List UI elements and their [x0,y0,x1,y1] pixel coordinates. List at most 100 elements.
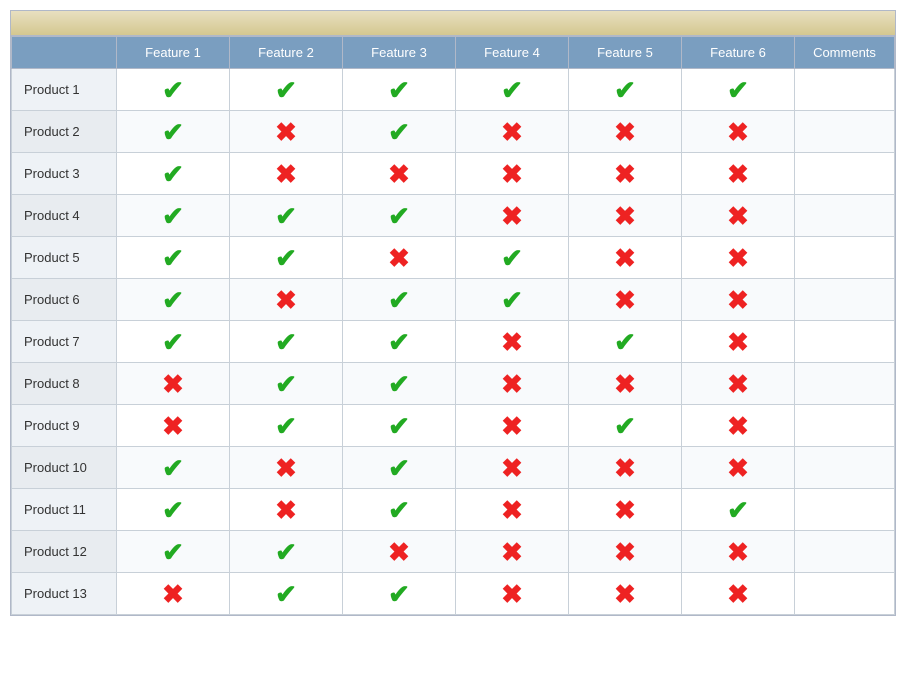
header-product [12,37,117,69]
cell-row4-col6 [682,195,795,237]
cell-row4-col2 [230,195,343,237]
comments-cell [795,111,895,153]
check-icon [275,413,297,439]
cell-row1-col6 [682,69,795,111]
cross-icon [501,329,523,355]
cell-row2-col6 [682,111,795,153]
chart-title [11,11,895,36]
cross-icon [388,245,410,271]
cell-row6-col4 [456,279,569,321]
cross-icon [727,203,749,229]
cell-row9-col1 [117,405,230,447]
check-icon [162,539,184,565]
cross-icon [614,497,636,523]
cell-row2-col3 [343,111,456,153]
check-icon [388,497,410,523]
cell-row4-col3 [343,195,456,237]
cell-row10-col5 [569,447,682,489]
cell-row6-col2 [230,279,343,321]
header-feature4: Feature 4 [456,37,569,69]
cross-icon [614,539,636,565]
product-label: Product 8 [12,363,117,405]
cell-row3-col2 [230,153,343,195]
check-icon [388,287,410,313]
product-label: Product 6 [12,279,117,321]
cross-icon [501,161,523,187]
cell-row13-col5 [569,573,682,615]
cell-row7-col3 [343,321,456,363]
cell-row11-col6 [682,489,795,531]
cell-row1-col3 [343,69,456,111]
table-row: Product 6 [12,279,895,321]
table-row: Product 11 [12,489,895,531]
header-feature5: Feature 5 [569,37,682,69]
header-feature3: Feature 3 [343,37,456,69]
cell-row2-col2 [230,111,343,153]
check-icon [275,581,297,607]
header-feature2: Feature 2 [230,37,343,69]
check-icon [275,77,297,103]
cell-row12-col4 [456,531,569,573]
cell-row5-col2 [230,237,343,279]
cell-row3-col1 [117,153,230,195]
check-icon [388,371,410,397]
comments-cell [795,69,895,111]
cell-row5-col6 [682,237,795,279]
cross-icon [727,119,749,145]
cross-icon [727,455,749,481]
cell-row12-col2 [230,531,343,573]
cell-row11-col5 [569,489,682,531]
cell-row11-col2 [230,489,343,531]
cell-row10-col2 [230,447,343,489]
cross-icon [162,371,184,397]
cross-icon [275,119,297,145]
cell-row3-col3 [343,153,456,195]
cell-row1-col1 [117,69,230,111]
comments-cell [795,195,895,237]
cell-row7-col4 [456,321,569,363]
product-label: Product 7 [12,321,117,363]
cross-icon [162,413,184,439]
table-row: Product 9 [12,405,895,447]
cell-row8-col2 [230,363,343,405]
cell-row11-col3 [343,489,456,531]
check-icon [388,119,410,145]
check-icon [162,497,184,523]
check-icon [614,413,636,439]
cell-row12-col3 [343,531,456,573]
table-row: Product 12 [12,531,895,573]
comments-cell [795,237,895,279]
cell-row9-col6 [682,405,795,447]
check-icon [614,329,636,355]
comparison-table: Feature 1 Feature 2 Feature 3 Feature 4 … [11,36,895,615]
check-icon [388,413,410,439]
comments-cell [795,573,895,615]
cross-icon [727,161,749,187]
check-icon [501,287,523,313]
cell-row7-col6 [682,321,795,363]
cross-icon [727,539,749,565]
product-label: Product 3 [12,153,117,195]
cross-icon [614,455,636,481]
cell-row8-col4 [456,363,569,405]
cell-row2-col4 [456,111,569,153]
comments-cell [795,153,895,195]
cell-row11-col4 [456,489,569,531]
cross-icon [727,581,749,607]
check-icon [275,539,297,565]
cross-icon [275,161,297,187]
cross-icon [388,539,410,565]
cell-row12-col5 [569,531,682,573]
comments-cell [795,447,895,489]
cell-row1-col2 [230,69,343,111]
check-icon [162,161,184,187]
cross-icon [614,161,636,187]
check-icon [727,77,749,103]
check-icon [275,329,297,355]
check-icon [388,455,410,481]
cell-row7-col2 [230,321,343,363]
product-label: Product 13 [12,573,117,615]
table-row: Product 8 [12,363,895,405]
cell-row4-col5 [569,195,682,237]
product-label: Product 2 [12,111,117,153]
